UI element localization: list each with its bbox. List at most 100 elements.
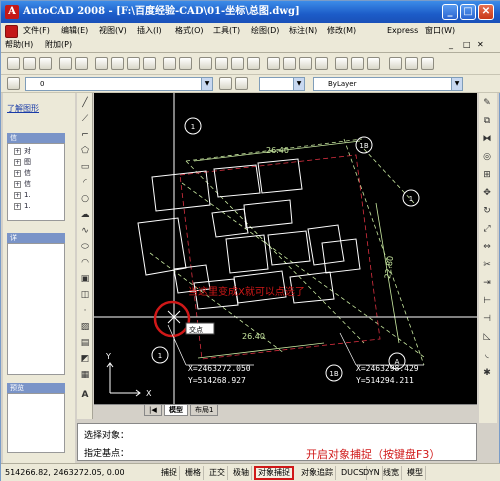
ellipse-arc-icon[interactable]: ◠	[79, 257, 91, 269]
linetype-dropdown[interactable]: ByLayer ▼	[313, 77, 463, 91]
learn-drawing-link[interactable]: 了解图形	[7, 103, 39, 114]
multiline-text-icon[interactable]: A	[79, 389, 91, 401]
zoom-realtime-icon[interactable]	[215, 57, 228, 70]
panel-header-info[interactable]: 信	[7, 133, 65, 143]
chamfer-icon[interactable]: ◺	[481, 331, 493, 343]
command-prompt[interactable]: 指定基点：	[84, 446, 129, 459]
drawing-canvas[interactable]: 1 1B 1 A 1 1B 26.40 26.40 22.80 交点 X=246…	[94, 93, 477, 416]
close-button[interactable]: ✕	[478, 4, 494, 20]
color-dropdown[interactable]: ▼	[259, 77, 305, 91]
dim-style-icon[interactable]	[405, 57, 418, 70]
help-icon[interactable]	[367, 57, 380, 70]
maximize-button[interactable]: □	[460, 4, 476, 20]
menu-view[interactable]: 视图(V)	[99, 24, 127, 38]
panel-header-detail[interactable]: 详	[7, 233, 65, 243]
extend-icon[interactable]: ⇥	[481, 277, 493, 289]
menu-draw[interactable]: 绘图(D)	[251, 24, 279, 38]
menu-insert[interactable]: 插入(I)	[137, 24, 162, 38]
print-icon[interactable]	[59, 57, 72, 70]
line-icon[interactable]: ╱	[79, 97, 91, 109]
save-icon[interactable]	[39, 57, 52, 70]
table-icon[interactable]: ▦	[79, 369, 91, 381]
pan-icon[interactable]	[199, 57, 212, 70]
tree-item[interactable]: +1.	[14, 190, 31, 201]
polyline-icon[interactable]: ⌐	[79, 129, 91, 141]
menu-file[interactable]: 文件(F)	[23, 24, 50, 38]
nav-first-icon[interactable]: |◀	[144, 405, 162, 416]
layer-manager-icon[interactable]	[7, 77, 20, 90]
copy-object-icon[interactable]: ⧉	[481, 115, 493, 127]
copy-icon[interactable]	[111, 57, 124, 70]
break-icon[interactable]: ⊢	[481, 295, 493, 307]
layer-previous-icon[interactable]	[235, 77, 248, 90]
explode-icon[interactable]: ✱	[481, 367, 493, 379]
erase-icon[interactable]: ✎	[481, 97, 493, 109]
text-style-icon[interactable]	[389, 57, 402, 70]
markup-icon[interactable]	[335, 57, 348, 70]
calculator-icon[interactable]	[351, 57, 364, 70]
mirror-icon[interactable]: ⧓	[481, 133, 493, 145]
revision-cloud-icon[interactable]: ☁	[79, 209, 91, 221]
osnap-toggle[interactable]: 对象捕捉	[254, 466, 294, 480]
tree-item[interactable]: +1.	[14, 201, 31, 212]
dyn-toggle[interactable]: DYN	[361, 466, 383, 480]
design-center-icon[interactable]	[283, 57, 296, 70]
spline-icon[interactable]: ∿	[79, 225, 91, 237]
cut-icon[interactable]	[95, 57, 108, 70]
doc-restore-button[interactable]: □	[463, 38, 471, 52]
redo-icon[interactable]	[179, 57, 192, 70]
ortho-toggle[interactable]: 正交	[207, 466, 228, 480]
tree-item[interactable]: + 信	[14, 179, 31, 190]
tree-item[interactable]: + 对	[14, 146, 31, 157]
scale-icon[interactable]: ⤢	[481, 223, 493, 235]
array-icon[interactable]: ⊞	[481, 169, 493, 181]
offset-icon[interactable]: ◎	[481, 151, 493, 163]
minimize-button[interactable]: _	[442, 4, 458, 20]
doc-close-button[interactable]: ✕	[477, 38, 484, 52]
region-icon[interactable]: ◩	[79, 353, 91, 365]
ellipse-icon[interactable]: ⬭	[79, 241, 91, 253]
tool-palettes-icon[interactable]	[299, 57, 312, 70]
table-style-icon[interactable]	[421, 57, 434, 70]
zoom-window-icon[interactable]	[231, 57, 244, 70]
stretch-icon[interactable]: ⇔	[481, 241, 493, 253]
lineweight-toggle[interactable]: 线宽	[381, 466, 402, 480]
open-icon[interactable]	[23, 57, 36, 70]
hatch-icon[interactable]: ▨	[79, 321, 91, 333]
tree-item[interactable]: + 图	[14, 157, 31, 168]
menu-tools[interactable]: 工具(T)	[213, 24, 240, 38]
polygon-icon[interactable]: ⬠	[79, 145, 91, 157]
rectangle-icon[interactable]: ▭	[79, 161, 91, 173]
sheet-set-icon[interactable]	[315, 57, 328, 70]
circle-icon[interactable]: ○	[79, 193, 91, 205]
menu-dimension[interactable]: 标注(N)	[289, 24, 317, 38]
make-block-icon[interactable]: ◫	[79, 289, 91, 301]
paste-icon[interactable]	[127, 57, 140, 70]
model-toggle[interactable]: 模型	[405, 466, 426, 480]
menu-format[interactable]: 格式(O)	[175, 24, 204, 38]
zoom-previous-icon[interactable]	[247, 57, 260, 70]
match-properties-icon[interactable]	[143, 57, 156, 70]
rotate-icon[interactable]: ↻	[481, 205, 493, 217]
doc-min-button[interactable]: _	[449, 38, 453, 52]
arc-icon[interactable]: ◜	[79, 177, 91, 189]
properties-icon[interactable]	[267, 57, 280, 70]
menu-edit[interactable]: 编辑(E)	[61, 24, 88, 38]
polar-toggle[interactable]: 极轴	[231, 466, 252, 480]
construction-line-icon[interactable]: ⟋	[79, 113, 91, 125]
join-icon[interactable]: ⊣	[481, 313, 493, 325]
undo-icon[interactable]	[163, 57, 176, 70]
menu-window[interactable]: 窗口(W)	[425, 24, 455, 38]
fillet-icon[interactable]: ◟	[481, 349, 493, 361]
move-icon[interactable]: ✥	[481, 187, 493, 199]
tree-item[interactable]: + 信	[14, 168, 31, 179]
point-icon[interactable]: ·	[79, 305, 91, 317]
gradient-icon[interactable]: ▤	[79, 337, 91, 349]
insert-block-icon[interactable]: ▣	[79, 273, 91, 285]
panel-header-preview[interactable]: 预览	[7, 383, 65, 393]
make-current-icon[interactable]	[219, 77, 232, 90]
new-icon[interactable]	[7, 57, 20, 70]
tab-layout1[interactable]: 布局1	[190, 405, 219, 416]
menu-express[interactable]: Express	[387, 24, 418, 38]
snap-toggle[interactable]: 捕捉	[159, 466, 180, 480]
